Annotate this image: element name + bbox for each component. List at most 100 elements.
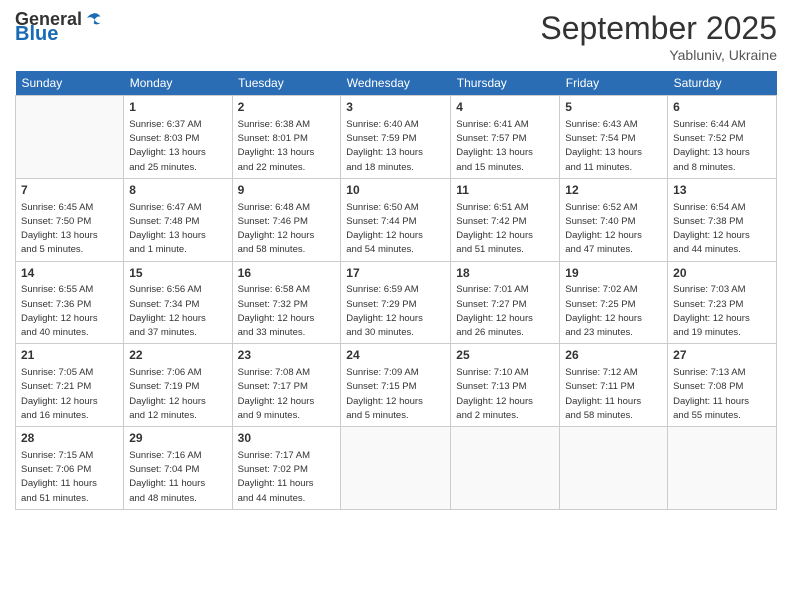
day-info: Sunrise: 6:56 AMSunset: 7:34 PMDaylight:… [129, 283, 226, 340]
day-number: 17 [346, 265, 445, 282]
day-number: 25 [456, 347, 554, 364]
day-info: Sunrise: 6:48 AMSunset: 7:46 PMDaylight:… [238, 201, 336, 258]
day-info: Sunrise: 6:55 AMSunset: 7:36 PMDaylight:… [21, 283, 118, 340]
calendar-cell: 19Sunrise: 7:02 AMSunset: 7:25 PMDayligh… [560, 261, 668, 344]
column-header-monday: Monday [124, 71, 232, 96]
day-number: 27 [673, 347, 771, 364]
calendar-cell: 30 Sunrise: 7:17 AMSunset: 7:02 PMDayligh… [232, 427, 341, 510]
calendar-cell: 15Sunrise: 6:56 AMSunset: 7:34 PMDayligh… [124, 261, 232, 344]
calendar-cell: 27 Sunrise: 7:13 AMSunset: 7:08 PMDayligh… [668, 344, 777, 427]
column-header-wednesday: Wednesday [341, 71, 451, 96]
week-row-3: 14Sunrise: 6:55 AMSunset: 7:36 PMDayligh… [16, 261, 777, 344]
day-info: Sunrise: 7:03 AMSunset: 7:23 PMDaylight:… [673, 283, 771, 340]
day-info: Sunrise: 6:37 AMSunset: 8:03 PMDaylight:… [129, 118, 226, 175]
day-number: 11 [456, 182, 554, 199]
day-number: 1 [129, 99, 226, 116]
header: General Blue September 2025 Yabluniv, Uk… [15, 10, 777, 63]
day-number: 24 [346, 347, 445, 364]
calendar-cell: 29Sunrise: 7:16 AMSunset: 7:04 PMDayligh… [124, 427, 232, 510]
calendar-cell: 10 Sunrise: 6:50 AMSunset: 7:44 PMDayligh… [341, 178, 451, 261]
day-info: Sunrise: 6:45 AMSunset: 7:50 PMDaylight:… [21, 201, 118, 258]
day-info: Sunrise: 7:16 AMSunset: 7:04 PMDaylight:… [129, 449, 226, 506]
day-info: Sunrise: 7:06 AMSunset: 7:19 PMDaylight:… [129, 366, 226, 423]
day-info: Sunrise: 6:58 AMSunset: 7:32 PMDaylight:… [238, 283, 336, 340]
column-header-tuesday: Tuesday [232, 71, 341, 96]
week-row-1: 1 Sunrise: 6:37 AMSunset: 8:03 PMDaylight… [16, 96, 777, 179]
column-header-thursday: Thursday [451, 71, 560, 96]
logo: General Blue [15, 10, 102, 44]
calendar-cell [341, 427, 451, 510]
calendar-cell: 7 Sunrise: 6:45 AMSunset: 7:50 PMDaylight… [16, 178, 124, 261]
day-number: 23 [238, 347, 336, 364]
calendar-cell: 18Sunrise: 7:01 AMSunset: 7:27 PMDayligh… [451, 261, 560, 344]
day-info: Sunrise: 6:50 AMSunset: 7:44 PMDaylight:… [346, 201, 445, 258]
calendar-cell [560, 427, 668, 510]
day-number: 10 [346, 182, 445, 199]
day-info: Sunrise: 7:10 AMSunset: 7:13 PMDaylight:… [456, 366, 554, 423]
day-info: Sunrise: 7:01 AMSunset: 7:27 PMDaylight:… [456, 283, 554, 340]
day-number: 12 [565, 182, 662, 199]
calendar-cell [668, 427, 777, 510]
day-number: 16 [238, 265, 336, 282]
calendar-cell: 28 Sunrise: 7:15 AMSunset: 7:06 PMDayligh… [16, 427, 124, 510]
day-number: 8 [129, 182, 226, 199]
day-info: Sunrise: 6:59 AMSunset: 7:29 PMDaylight:… [346, 283, 445, 340]
calendar-cell: 9 Sunrise: 6:48 AMSunset: 7:46 PMDaylight… [232, 178, 341, 261]
day-number: 14 [21, 265, 118, 282]
day-number: 7 [21, 182, 118, 199]
day-number: 6 [673, 99, 771, 116]
calendar-cell: 3Sunrise: 6:40 AMSunset: 7:59 PMDaylight… [341, 96, 451, 179]
day-number: 13 [673, 182, 771, 199]
day-number: 3 [346, 99, 445, 116]
calendar-cell: 22Sunrise: 7:06 AMSunset: 7:19 PMDayligh… [124, 344, 232, 427]
day-number: 5 [565, 99, 662, 116]
calendar-cell: 24 Sunrise: 7:09 AMSunset: 7:15 PMDayligh… [341, 344, 451, 427]
calendar-cell: 23 Sunrise: 7:08 AMSunset: 7:17 PMDayligh… [232, 344, 341, 427]
day-info: Sunrise: 7:15 AMSunset: 7:06 PMDaylight:… [21, 449, 118, 506]
day-info: Sunrise: 6:51 AMSunset: 7:42 PMDaylight:… [456, 201, 554, 258]
day-info: Sunrise: 6:47 AMSunset: 7:48 PMDaylight:… [129, 201, 226, 258]
day-info: Sunrise: 7:12 AMSunset: 7:11 PMDaylight:… [565, 366, 662, 423]
page: General Blue September 2025 Yabluniv, Uk… [0, 0, 792, 612]
calendar-cell [16, 96, 124, 179]
day-number: 9 [238, 182, 336, 199]
day-number: 4 [456, 99, 554, 116]
day-info: Sunrise: 6:44 AMSunset: 7:52 PMDaylight:… [673, 118, 771, 175]
calendar-table: SundayMondayTuesdayWednesdayThursdayFrid… [15, 71, 777, 510]
day-number: 18 [456, 265, 554, 282]
day-info: Sunrise: 7:08 AMSunset: 7:17 PMDaylight:… [238, 366, 336, 423]
day-number: 28 [21, 430, 118, 447]
calendar-cell: 17Sunrise: 6:59 AMSunset: 7:29 PMDayligh… [341, 261, 451, 344]
week-row-5: 28 Sunrise: 7:15 AMSunset: 7:06 PMDayligh… [16, 427, 777, 510]
day-info: Sunrise: 7:13 AMSunset: 7:08 PMDaylight:… [673, 366, 771, 423]
day-info: Sunrise: 7:17 AMSunset: 7:02 PMDaylight:… [238, 449, 336, 506]
column-header-friday: Friday [560, 71, 668, 96]
calendar-cell: 20Sunrise: 7:03 AMSunset: 7:23 PMDayligh… [668, 261, 777, 344]
calendar-cell: 1 Sunrise: 6:37 AMSunset: 8:03 PMDaylight… [124, 96, 232, 179]
day-info: Sunrise: 6:41 AMSunset: 7:57 PMDaylight:… [456, 118, 554, 175]
calendar-cell: 16Sunrise: 6:58 AMSunset: 7:32 PMDayligh… [232, 261, 341, 344]
month-title: September 2025 [540, 10, 777, 47]
day-info: Sunrise: 7:05 AMSunset: 7:21 PMDaylight:… [21, 366, 118, 423]
week-row-2: 7 Sunrise: 6:45 AMSunset: 7:50 PMDaylight… [16, 178, 777, 261]
day-number: 30 [238, 430, 336, 447]
calendar-cell: 5Sunrise: 6:43 AMSunset: 7:54 PMDaylight… [560, 96, 668, 179]
column-header-sunday: Sunday [16, 71, 124, 96]
day-number: 2 [238, 99, 336, 116]
week-row-4: 21Sunrise: 7:05 AMSunset: 7:21 PMDayligh… [16, 344, 777, 427]
column-header-saturday: Saturday [668, 71, 777, 96]
calendar-cell: 4 Sunrise: 6:41 AMSunset: 7:57 PMDaylight… [451, 96, 560, 179]
calendar-cell: 25 Sunrise: 7:10 AMSunset: 7:13 PMDayligh… [451, 344, 560, 427]
day-info: Sunrise: 6:38 AMSunset: 8:01 PMDaylight:… [238, 118, 336, 175]
calendar-cell: 2 Sunrise: 6:38 AMSunset: 8:01 PMDaylight… [232, 96, 341, 179]
calendar-cell: 8 Sunrise: 6:47 AMSunset: 7:48 PMDaylight… [124, 178, 232, 261]
location-subtitle: Yabluniv, Ukraine [540, 47, 777, 63]
day-info: Sunrise: 7:09 AMSunset: 7:15 PMDaylight:… [346, 366, 445, 423]
day-info: Sunrise: 6:54 AMSunset: 7:38 PMDaylight:… [673, 201, 771, 258]
calendar-cell: 26Sunrise: 7:12 AMSunset: 7:11 PMDayligh… [560, 344, 668, 427]
logo-bird-icon [84, 10, 102, 28]
calendar-cell: 14Sunrise: 6:55 AMSunset: 7:36 PMDayligh… [16, 261, 124, 344]
day-info: Sunrise: 6:52 AMSunset: 7:40 PMDaylight:… [565, 201, 662, 258]
calendar-cell [451, 427, 560, 510]
day-number: 19 [565, 265, 662, 282]
